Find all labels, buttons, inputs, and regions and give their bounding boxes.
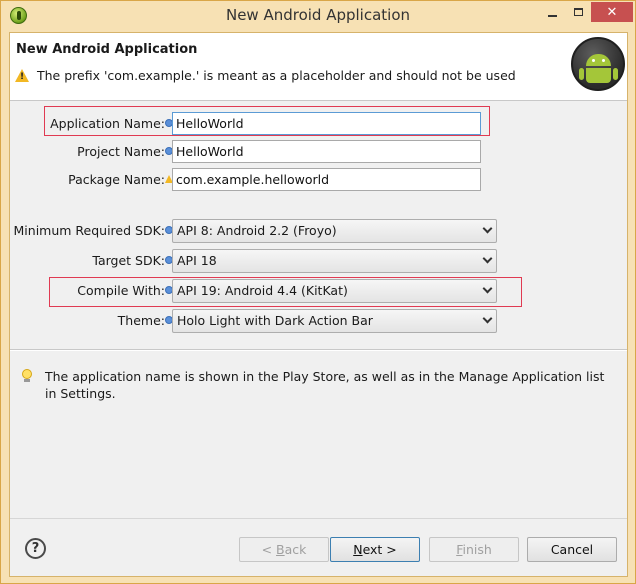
dialog-client-area: New Android Application ! The prefix 'co… <box>9 32 628 577</box>
back-label: ack <box>284 542 307 557</box>
compile-with-select[interactable]: API 19: Android 4.4 (KitKat) <box>172 279 497 303</box>
footer-divider <box>10 518 627 519</box>
cancel-button[interactable]: Cancel <box>527 537 617 562</box>
compile-with-row: Compile With: API 19: Android 4.4 (KitKa… <box>10 279 627 303</box>
package-name-input[interactable]: com.example.helloworld <box>172 168 481 191</box>
divider <box>10 349 627 351</box>
theme-row: Theme: Holo Light with Dark Action Bar <box>10 309 627 333</box>
wizard-header: New Android Application ! The prefix 'co… <box>10 33 627 101</box>
app-name-label: Application Name: <box>50 116 165 131</box>
theme-value: Holo Light with Dark Action Bar <box>177 313 373 328</box>
target-sdk-label: Target SDK: <box>92 253 165 268</box>
target-sdk-select[interactable]: API 18 <box>172 249 497 273</box>
hint-text: The application name is shown in the Pla… <box>45 369 605 401</box>
chevron-down-icon <box>482 283 493 294</box>
package-name-row: Package Name: com.example.helloworld <box>10 168 627 192</box>
target-sdk-value: API 18 <box>177 253 217 268</box>
theme-select[interactable]: Holo Light with Dark Action Bar <box>172 309 497 333</box>
wizard-title: New Android Application <box>16 42 198 57</box>
minimize-icon <box>547 15 557 17</box>
target-sdk-row: Target SDK: API 18 <box>10 249 627 273</box>
back-prefix: < <box>261 542 277 557</box>
package-name-label: Package Name: <box>68 172 165 187</box>
compile-with-label: Compile With: <box>77 283 165 298</box>
project-name-row: Project Name: HelloWorld <box>10 140 627 164</box>
chevron-down-icon <box>482 253 493 264</box>
maximize-button[interactable] <box>565 2 591 22</box>
maximize-icon <box>573 8 583 16</box>
warning-icon: ! <box>15 69 29 82</box>
android-logo-icon <box>571 37 625 91</box>
project-name-label: Project Name: <box>77 144 165 159</box>
wizard-message: The prefix 'com.example.' is meant as a … <box>37 68 516 83</box>
next-button[interactable]: Next > <box>330 537 420 562</box>
finish-label: inish <box>462 542 492 557</box>
chevron-down-icon <box>482 223 493 234</box>
project-name-input[interactable]: HelloWorld <box>172 140 481 163</box>
next-label: ext > <box>362 542 397 557</box>
next-mnemonic: N <box>353 542 363 557</box>
compile-with-value: API 19: Android 4.4 (KitKat) <box>177 283 348 298</box>
finish-button[interactable]: Finish <box>429 537 519 562</box>
min-sdk-row: Minimum Required SDK: API 8: Android 2.2… <box>10 219 627 243</box>
app-name-input[interactable]: HelloWorld <box>172 112 481 135</box>
chevron-down-icon <box>482 313 493 324</box>
back-button[interactable]: < Back <box>239 537 329 562</box>
back-mnemonic: B <box>276 542 285 557</box>
close-icon: ✕ <box>606 4 618 20</box>
min-sdk-select[interactable]: API 8: Android 2.2 (Froyo) <box>172 219 497 243</box>
min-sdk-value: API 8: Android 2.2 (Froyo) <box>177 223 337 238</box>
close-button[interactable]: ✕ <box>591 2 633 22</box>
help-button[interactable]: ? <box>25 538 46 559</box>
dialog-window: New Android Application ✕ New Android Ap… <box>0 0 636 584</box>
title-bar[interactable]: New Android Application ✕ <box>1 1 635 32</box>
lightbulb-icon <box>22 369 33 382</box>
app-name-row: Application Name: HelloWorld <box>10 112 627 136</box>
min-sdk-label: Minimum Required SDK: <box>13 223 165 238</box>
minimize-button[interactable] <box>539 2 565 22</box>
theme-label: Theme: <box>117 313 165 328</box>
